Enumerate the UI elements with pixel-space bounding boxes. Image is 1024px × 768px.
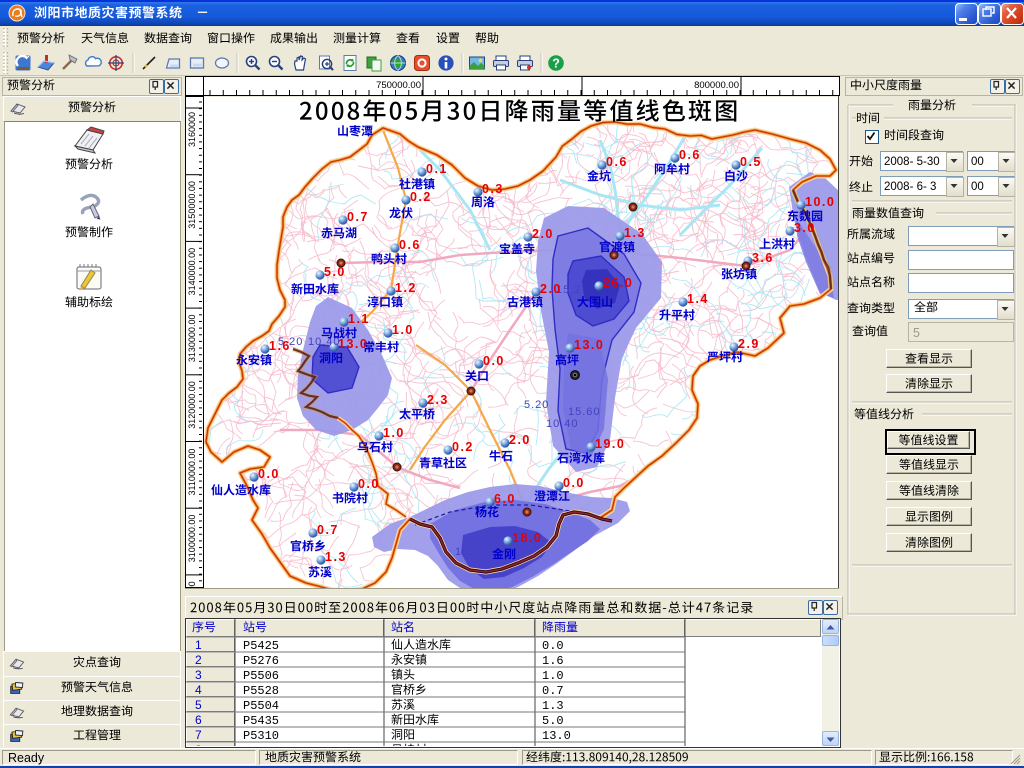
svg-text:8: 8 <box>195 743 202 757</box>
svg-text:P5504: P5504 <box>243 699 279 713</box>
svg-text:6: 6 <box>195 713 202 727</box>
svg-text:2008- 5-30: 2008- 5-30 <box>884 156 940 168</box>
svg-text:1: 1 <box>195 638 202 652</box>
svg-text:Ready: Ready <box>8 751 45 765</box>
svg-text:P5506: P5506 <box>243 669 279 683</box>
svg-text:P5425: P5425 <box>243 639 279 653</box>
svg-text:1.3: 1.3 <box>542 699 564 713</box>
svg-text:3130000.00: 3130000.00 <box>187 315 197 363</box>
svg-text:3160000: 3160000 <box>187 112 197 147</box>
svg-text:5: 5 <box>913 326 920 340</box>
svg-text:1.1: 1.1 <box>542 744 564 758</box>
svg-text:4: 4 <box>195 683 202 697</box>
svg-text:800000.00: 800000.00 <box>694 80 739 91</box>
svg-text:1.0: 1.0 <box>542 669 564 683</box>
svg-text:P5318: P5318 <box>243 744 279 758</box>
svg-text:7: 7 <box>195 728 202 742</box>
svg-text:3100000.00: 3100000.00 <box>187 515 197 563</box>
svg-text:5.0: 5.0 <box>542 714 564 728</box>
svg-text:00: 00 <box>971 181 984 193</box>
svg-text:3140000.00: 3140000.00 <box>187 248 197 296</box>
svg-text:P5276: P5276 <box>243 654 279 668</box>
svg-text:00: 00 <box>971 156 984 168</box>
svg-text:2008- 6- 3: 2008- 6- 3 <box>884 181 936 193</box>
svg-text:P5435: P5435 <box>243 714 279 728</box>
svg-text:3: 3 <box>195 668 202 682</box>
svg-text:5: 5 <box>195 698 202 712</box>
svg-text:3110000.00: 3110000.00 <box>187 449 197 496</box>
svg-text:P5310: P5310 <box>243 729 279 743</box>
svg-text:?: ? <box>552 57 560 71</box>
svg-text:2: 2 <box>195 653 202 667</box>
svg-text:750000.00: 750000.00 <box>376 80 421 91</box>
svg-text:3120000.00: 3120000.00 <box>187 381 197 429</box>
svg-text:3150000.00: 3150000.00 <box>187 181 197 229</box>
svg-text:1.6: 1.6 <box>542 654 564 668</box>
svg-text:0.0: 0.0 <box>542 639 564 653</box>
svg-text:P5528: P5528 <box>243 684 279 698</box>
svg-text:0.7: 0.7 <box>542 684 564 698</box>
svg-text:13.0: 13.0 <box>542 729 571 743</box>
